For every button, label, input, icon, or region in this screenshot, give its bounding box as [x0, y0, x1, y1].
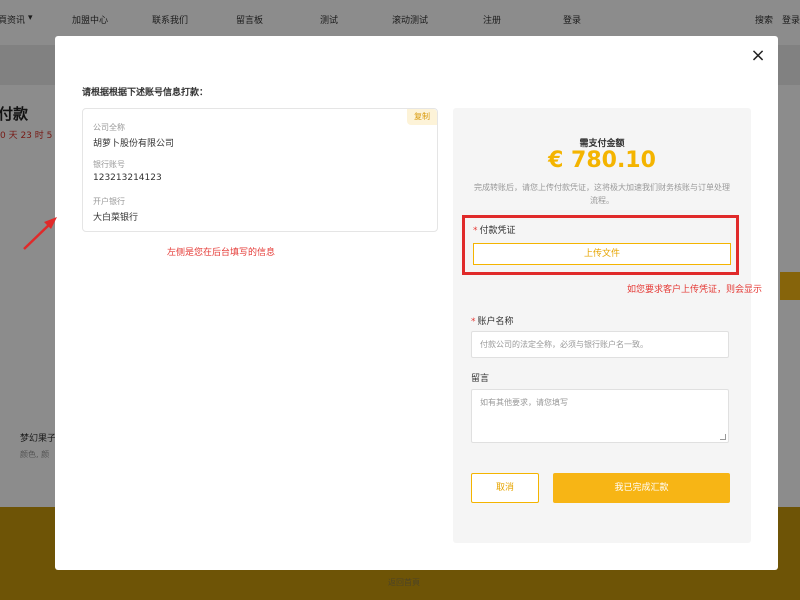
annotation-arrow [23, 217, 57, 250]
